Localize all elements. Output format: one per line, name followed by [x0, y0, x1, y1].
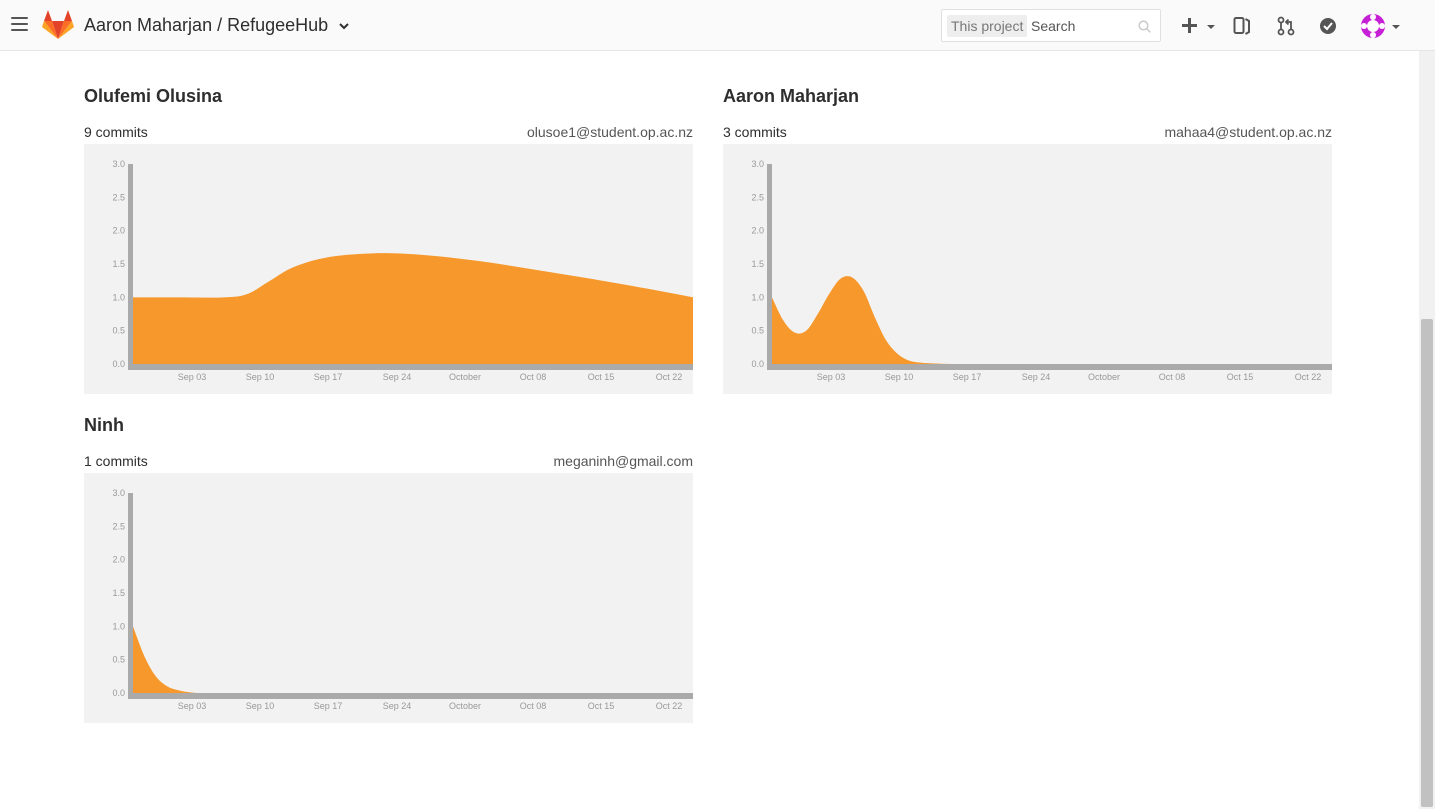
commits-chart-svg: 3.0 2.5 2.0 1.5 1.0 0.5 0.0 Sep 03 Sep 10 Sep 17 S…	[112, 159, 693, 382]
merge-request-icon[interactable]	[1277, 16, 1295, 36]
breadcrumb-text[interactable]: Aaron Maharjan / RefugeeHub	[84, 15, 328, 35]
x-tick-label: October	[449, 372, 481, 382]
commits-chart: 3.0 2.5 2.0 1.5 1.0 0.5 0.0 Sep 03 Sep 10 Sep 17 S…	[723, 144, 1332, 394]
contributor-panel: Ninh 1 commits meganinh@gmail.com 3.0 2.5…	[84, 415, 693, 723]
y-tick-label: 3.0	[751, 159, 764, 169]
commits-area	[133, 253, 693, 364]
commit-count: 1 commits	[84, 453, 148, 469]
y-tick-label: 0.5	[112, 655, 125, 665]
y-tick-label: 2.5	[751, 192, 764, 202]
y-tick-label: 2.0	[112, 555, 125, 565]
search-scope-label[interactable]: This project	[947, 15, 1028, 37]
contributor-name: Aaron Maharjan	[723, 86, 860, 106]
y-tick-label: 1.0	[112, 621, 125, 631]
commits-chart-svg: 3.0 2.5 2.0 1.5 1.0 0.5 0.0 Sep 03 Sep 10 Sep 17 S…	[751, 159, 1332, 382]
y-axis-line	[128, 164, 133, 370]
y-tick-label: 0.0	[751, 359, 764, 369]
scrollbar-thumb[interactable]	[1421, 319, 1433, 807]
y-tick-label: 0.5	[751, 326, 764, 336]
page-scrollbar[interactable]	[1419, 51, 1435, 809]
commits-chart-svg: 3.0 2.5 2.0 1.5 1.0 0.5 0.0 Sep 03 Sep 10 Sep 17 S…	[112, 488, 693, 711]
x-tick-label: Sep 24	[383, 701, 412, 711]
y-tick-label: 3.0	[112, 159, 125, 169]
y-tick-label: 2.5	[112, 192, 125, 202]
y-tick-label: 1.5	[751, 259, 764, 269]
contributor-name: Olufemi Olusina	[84, 86, 223, 106]
x-tick-label: Oct 15	[1227, 372, 1254, 382]
chevron-down-icon[interactable]	[339, 22, 349, 30]
y-tick-label: 0.0	[112, 688, 125, 698]
y-axis-line	[128, 493, 133, 699]
x-tick-label: Oct 15	[588, 372, 615, 382]
x-tick-label: Sep 17	[953, 372, 982, 382]
contributor-email: olusoe1@student.op.ac.nz	[527, 124, 693, 140]
x-tick-label: Oct 08	[520, 372, 547, 382]
y-tick-label: 3.0	[112, 488, 125, 498]
avatar[interactable]	[1360, 13, 1402, 39]
x-axis-line	[128, 693, 693, 699]
menu-icon[interactable]	[11, 17, 28, 31]
x-axis-line	[767, 364, 1332, 370]
commits-chart: 3.0 2.5 2.0 1.5 1.0 0.5 0.0 Sep 03 Sep 10 Sep 17 S…	[84, 144, 693, 394]
x-tick-label: Sep 17	[314, 372, 343, 382]
commit-count: 9 commits	[84, 124, 148, 140]
search-icon	[1138, 20, 1151, 33]
x-tick-label: Oct 15	[588, 701, 615, 711]
contributor-panel: Olufemi Olusina 9 commits olusoe1@studen…	[84, 86, 693, 394]
issues-icon[interactable]	[1233, 16, 1251, 36]
todo-check-icon[interactable]	[1319, 17, 1337, 35]
x-tick-label: Sep 10	[246, 701, 275, 711]
y-tick-label: 2.5	[112, 521, 125, 531]
x-tick-label: Sep 03	[178, 701, 207, 711]
contributor-name: Ninh	[84, 415, 124, 435]
y-tick-label: 1.0	[751, 292, 764, 302]
y-tick-label: 0.0	[112, 359, 125, 369]
x-tick-label: Sep 10	[885, 372, 914, 382]
contributor-email: mahaa4@student.op.ac.nz	[1164, 124, 1332, 140]
y-axis-line	[767, 164, 772, 370]
x-axis-line	[128, 364, 693, 370]
y-tick-label: 2.0	[751, 226, 764, 236]
commits-area	[133, 626, 693, 693]
gitlab-logo[interactable]	[42, 10, 74, 40]
top-navbar: Aaron Maharjan / RefugeeHub This project	[0, 0, 1435, 51]
x-tick-label: Oct 22	[1295, 372, 1322, 382]
x-tick-label: Oct 22	[656, 701, 683, 711]
x-tick-label: October	[1088, 372, 1120, 382]
contributor-panel: Aaron Maharjan 3 commits mahaa4@student.…	[723, 86, 1332, 394]
x-tick-label: Sep 03	[817, 372, 846, 382]
x-tick-label: Sep 03	[178, 372, 207, 382]
search-input[interactable]	[1031, 14, 1131, 38]
x-tick-label: Sep 17	[314, 701, 343, 711]
contributor-email: meganinh@gmail.com	[553, 453, 694, 469]
x-tick-label: October	[449, 701, 481, 711]
y-tick-label: 0.5	[112, 326, 125, 336]
x-tick-label: Oct 08	[1159, 372, 1186, 382]
commit-count: 3 commits	[723, 124, 787, 140]
search-box[interactable]: This project	[941, 9, 1161, 42]
commits-area	[772, 276, 1332, 364]
y-tick-label: 2.0	[112, 226, 125, 236]
y-tick-label: 1.5	[112, 588, 125, 598]
y-tick-label: 1.0	[112, 292, 125, 302]
commits-chart: 3.0 2.5 2.0 1.5 1.0 0.5 0.0 Sep 03 Sep 10 Sep 17 S…	[84, 473, 693, 723]
x-tick-label: Sep 24	[1022, 372, 1051, 382]
x-tick-label: Sep 10	[246, 372, 275, 382]
breadcrumb[interactable]: Aaron Maharjan / RefugeeHub	[84, 15, 349, 36]
new-dropdown-plus-icon[interactable]	[1181, 17, 1217, 35]
y-tick-label: 1.5	[112, 259, 125, 269]
x-tick-label: Sep 24	[383, 372, 412, 382]
x-tick-label: Oct 22	[656, 372, 683, 382]
x-tick-label: Oct 08	[520, 701, 547, 711]
